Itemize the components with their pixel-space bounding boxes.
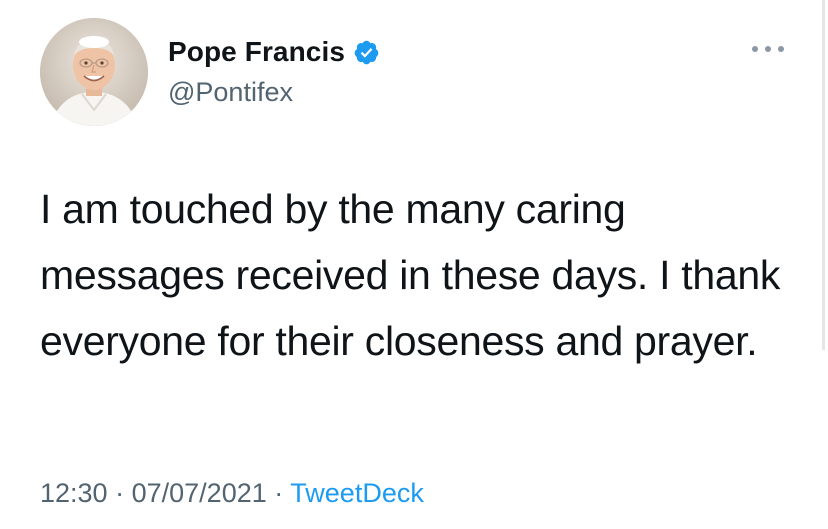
meta-separator: · (274, 478, 284, 508)
author-name-row[interactable]: Pope Francis (168, 34, 380, 70)
more-options-icon[interactable] (752, 42, 784, 56)
avatar-photo (40, 18, 148, 126)
more-dot (778, 46, 784, 52)
more-dot (765, 46, 771, 52)
user-handle[interactable]: @Pontifex (168, 77, 293, 108)
tweet-source-link[interactable]: TweetDeck (290, 478, 424, 508)
more-dot (752, 46, 758, 52)
verified-badge-icon (353, 39, 380, 66)
scrollbar[interactable] (822, 0, 825, 350)
tweet-metadata: 12:30 · 07/07/2021 · TweetDeck (40, 478, 424, 509)
tweet-date[interactable]: 07/07/2021 (132, 478, 267, 508)
tweet-text: I am touched by the many caring messages… (40, 186, 781, 364)
tweet-time[interactable]: 12:30 (40, 478, 108, 508)
avatar[interactable] (40, 18, 148, 126)
meta-separator: · (115, 478, 125, 508)
tweet-card: Pope Francis @Pontifex I am touched by t… (0, 0, 828, 529)
display-name[interactable]: Pope Francis (168, 36, 345, 68)
